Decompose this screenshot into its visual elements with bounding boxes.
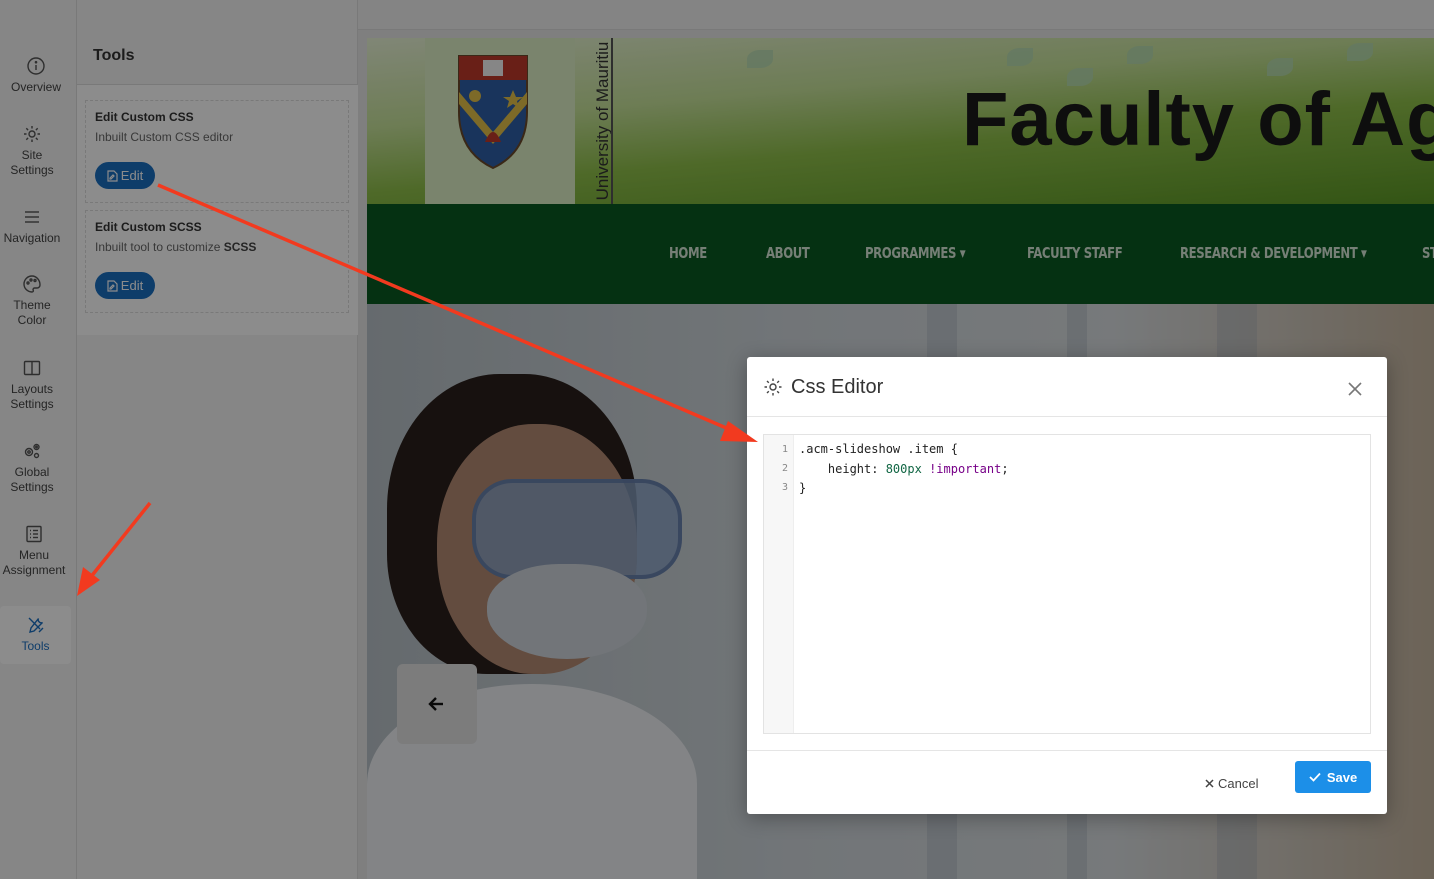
- cancel-button-label: Cancel: [1218, 775, 1259, 791]
- modal-header: Css Editor: [747, 357, 1387, 417]
- cancel-button[interactable]: Cancel: [1205, 767, 1258, 799]
- save-button-label: Save: [1326, 769, 1358, 785]
- check-icon: [1309, 772, 1321, 782]
- code-important: !important: [929, 462, 1002, 476]
- css-code-editor[interactable]: 1 2 3 .acm-slideshow .item { height: 800…: [763, 434, 1371, 734]
- code-property: height:: [799, 462, 886, 476]
- line-number: 1: [781, 444, 788, 455]
- css-editor-modal: Css Editor 1 2 3 .acm-slideshow .item { …: [747, 357, 1387, 814]
- line-number-gutter: 1 2 3: [764, 435, 794, 733]
- close-button[interactable]: [1345, 379, 1365, 399]
- save-button[interactable]: Save: [1295, 761, 1371, 793]
- close-icon: [1348, 382, 1362, 396]
- close-icon: [1205, 778, 1214, 788]
- gear-icon: [764, 378, 782, 396]
- line-number: 2: [781, 463, 788, 474]
- modal-title: Css Editor: [791, 376, 884, 398]
- line-number: 3: [781, 482, 788, 493]
- modal-footer: Cancel Save: [747, 750, 1387, 814]
- code-semicolon: ;: [1001, 462, 1009, 476]
- code-value: 800px: [885, 462, 922, 476]
- code-line: }: [799, 481, 807, 495]
- code-line: .acm-slideshow .item {: [799, 442, 958, 456]
- code-line: height: 800px !important;: [799, 462, 1009, 476]
